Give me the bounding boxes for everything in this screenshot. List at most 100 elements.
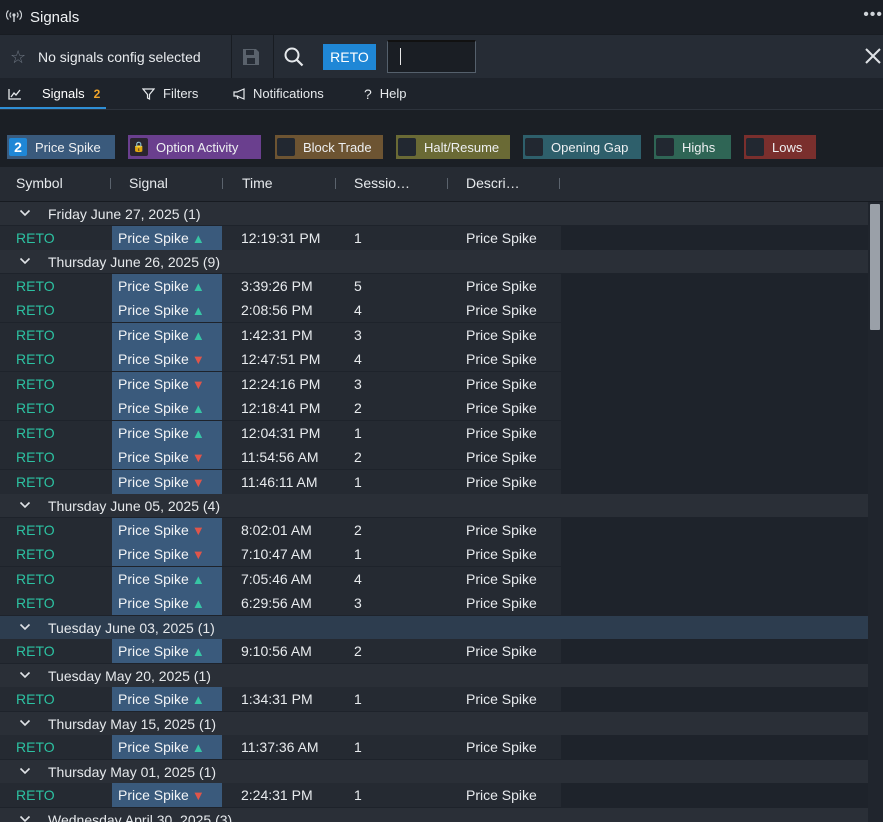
- signal-cell[interactable]: Price Spike ▲: [112, 566, 222, 591]
- table-row[interactable]: RETO Price Spike ▼ 8:02:01 AM 2 Price Spike: [0, 517, 868, 542]
- group-row[interactable]: Thursday June 26, 2025 (9): [0, 250, 868, 273]
- chip-lows[interactable]: Lows: [744, 135, 816, 159]
- chip-highs[interactable]: Highs: [654, 135, 731, 159]
- group-row[interactable]: Tuesday June 03, 2025 (1): [0, 615, 868, 639]
- config-status-text[interactable]: No signals config selected: [38, 49, 201, 65]
- column-resize-handle[interactable]: [559, 178, 560, 189]
- save-icon[interactable]: [240, 47, 262, 67]
- signal-cell[interactable]: Price Spike ▼: [112, 469, 222, 494]
- close-icon[interactable]: [864, 47, 882, 65]
- chevron-down-icon[interactable]: [19, 669, 31, 681]
- group-row[interactable]: Thursday May 15, 2025 (1): [0, 711, 868, 735]
- chevron-down-icon[interactable]: [19, 255, 31, 267]
- column-header-symbol[interactable]: Symbol: [16, 175, 63, 191]
- table-row[interactable]: RETO Price Spike ▲ 12:19:31 PM 1 Price Spike: [0, 225, 868, 250]
- signal-cell[interactable]: Price Spike ▲: [112, 396, 222, 420]
- column-header-signal[interactable]: Signal: [129, 175, 168, 191]
- column-resize-handle[interactable]: [335, 178, 336, 189]
- scrollbar-thumb[interactable]: [870, 204, 880, 330]
- table-row[interactable]: RETO Price Spike ▲ 7:05:46 AM 4 Price Spike: [0, 566, 868, 591]
- signal-cell[interactable]: Price Spike ▲: [112, 591, 222, 615]
- chip-opening-gap[interactable]: Opening Gap: [523, 135, 641, 159]
- table-row[interactable]: RETO Price Spike ▲ 1:34:31 PM 1 Price Spike: [0, 687, 868, 711]
- table-row[interactable]: RETO Price Spike ▲ 1:42:31 PM 3 Price Spike: [0, 322, 868, 347]
- signal-cell[interactable]: Price Spike ▲: [112, 273, 222, 298]
- chip-block-trade[interactable]: Block Trade: [275, 135, 383, 159]
- table-row[interactable]: RETO Price Spike ▼ 7:10:47 AM 1 Price Spike: [0, 542, 868, 566]
- chevron-down-icon[interactable]: [19, 813, 31, 822]
- symbol-cell[interactable]: RETO: [16, 522, 55, 538]
- table-row[interactable]: RETO Price Spike ▲ 9:10:56 AM 2 Price Spike: [0, 639, 868, 663]
- symbol-cell[interactable]: RETO: [16, 643, 55, 659]
- symbol-cell[interactable]: RETO: [16, 302, 55, 318]
- column-resize-handle[interactable]: [447, 178, 448, 189]
- symbol-cell[interactable]: RETO: [16, 449, 55, 465]
- table-row[interactable]: RETO Price Spike ▲ 12:04:31 PM 1 Price Spike: [0, 420, 868, 445]
- symbol-cell[interactable]: RETO: [16, 278, 55, 294]
- chip-option-activity[interactable]: 🔒 Option Activity: [128, 135, 261, 159]
- symbol-cell[interactable]: RETO: [16, 691, 55, 707]
- tab-notifications[interactable]: Notifications: [233, 78, 324, 109]
- table-row[interactable]: RETO Price Spike ▼ 11:46:11 AM 1 Price Spike: [0, 469, 868, 494]
- symbol-cell[interactable]: RETO: [16, 474, 55, 490]
- chevron-down-icon[interactable]: [19, 621, 31, 633]
- symbol-cell[interactable]: RETO: [16, 230, 55, 246]
- table-row[interactable]: RETO Price Spike ▲ 2:08:56 PM 4 Price Spike: [0, 298, 868, 322]
- symbol-cell[interactable]: RETO: [16, 787, 55, 803]
- signal-cell[interactable]: Price Spike ▼: [112, 517, 222, 542]
- chevron-down-icon[interactable]: [19, 207, 31, 219]
- signal-cell[interactable]: Price Spike ▲: [112, 687, 222, 711]
- signal-cell[interactable]: Price Spike ▼: [112, 371, 222, 396]
- symbol-cell[interactable]: RETO: [16, 425, 55, 441]
- signal-cell[interactable]: Price Spike ▲: [112, 298, 222, 322]
- group-row[interactable]: Thursday May 01, 2025 (1): [0, 759, 868, 783]
- signal-cell[interactable]: Price Spike ▼: [112, 347, 222, 371]
- table-row[interactable]: RETO Price Spike ▼ 2:24:31 PM 1 Price Spike: [0, 783, 868, 807]
- chevron-down-icon[interactable]: [19, 717, 31, 729]
- symbol-cell[interactable]: RETO: [16, 351, 55, 367]
- column-resize-handle[interactable]: [222, 178, 223, 189]
- table-row[interactable]: RETO Price Spike ▲ 3:39:26 PM 5 Price Spike: [0, 273, 868, 298]
- group-row[interactable]: Wednesday April 30, 2025 (3): [0, 807, 868, 822]
- symbol-cell[interactable]: RETO: [16, 546, 55, 562]
- tab-help[interactable]: ? Help: [364, 78, 407, 109]
- symbol-tag[interactable]: RETO: [323, 44, 376, 70]
- chip-price-spike[interactable]: 2 Price Spike: [7, 135, 115, 159]
- symbol-cell[interactable]: RETO: [16, 571, 55, 587]
- signal-cell[interactable]: Price Spike ▲: [112, 735, 222, 759]
- signal-cell[interactable]: Price Spike ▼: [112, 783, 222, 807]
- table-row[interactable]: RETO Price Spike ▼ 11:54:56 AM 2 Price Spike: [0, 445, 868, 469]
- symbol-cell[interactable]: RETO: [16, 739, 55, 755]
- table-row[interactable]: RETO Price Spike ▲ 6:29:56 AM 3 Price Spike: [0, 591, 868, 615]
- signal-cell[interactable]: Price Spike ▼: [112, 445, 222, 469]
- symbol-cell[interactable]: RETO: [16, 376, 55, 392]
- tab-signals[interactable]: Signals 2: [8, 78, 100, 109]
- chip-halt-resume[interactable]: Halt/Resume: [396, 135, 510, 159]
- tab-filters[interactable]: Filters: [142, 78, 198, 109]
- chevron-down-icon[interactable]: [19, 499, 31, 511]
- group-row[interactable]: Tuesday May 20, 2025 (1): [0, 663, 868, 687]
- table-row[interactable]: RETO Price Spike ▲ 11:37:36 AM 1 Price Spike: [0, 735, 868, 759]
- signal-cell[interactable]: Price Spike ▲: [112, 420, 222, 445]
- signal-cell[interactable]: Price Spike ▲: [112, 322, 222, 347]
- symbol-cell[interactable]: RETO: [16, 400, 55, 416]
- column-header-time[interactable]: Time: [242, 175, 273, 191]
- group-row[interactable]: Friday June 27, 2025 (1): [0, 202, 868, 225]
- window-menu-button[interactable]: •••: [863, 6, 883, 24]
- vertical-scrollbar[interactable]: [868, 202, 883, 822]
- search-icon[interactable]: [283, 46, 305, 68]
- signal-cell[interactable]: Price Spike ▼: [112, 542, 222, 566]
- column-resize-handle[interactable]: [110, 178, 111, 189]
- column-header-session[interactable]: Sessio…: [354, 175, 410, 191]
- table-row[interactable]: RETO Price Spike ▲ 12:18:41 PM 2 Price Spike: [0, 396, 868, 420]
- group-row[interactable]: Thursday June 05, 2025 (4): [0, 494, 868, 517]
- column-header-description[interactable]: Descri…: [466, 175, 520, 191]
- star-icon[interactable]: ☆: [10, 48, 28, 66]
- signal-cell[interactable]: Price Spike ▲: [112, 225, 222, 250]
- chevron-down-icon[interactable]: [19, 765, 31, 777]
- symbol-cell[interactable]: RETO: [16, 595, 55, 611]
- signal-cell[interactable]: Price Spike ▲: [112, 639, 222, 663]
- table-row[interactable]: RETO Price Spike ▼ 12:24:16 PM 3 Price Spike: [0, 371, 868, 396]
- table-row[interactable]: RETO Price Spike ▼ 12:47:51 PM 4 Price Spike: [0, 347, 868, 371]
- symbol-cell[interactable]: RETO: [16, 327, 55, 343]
